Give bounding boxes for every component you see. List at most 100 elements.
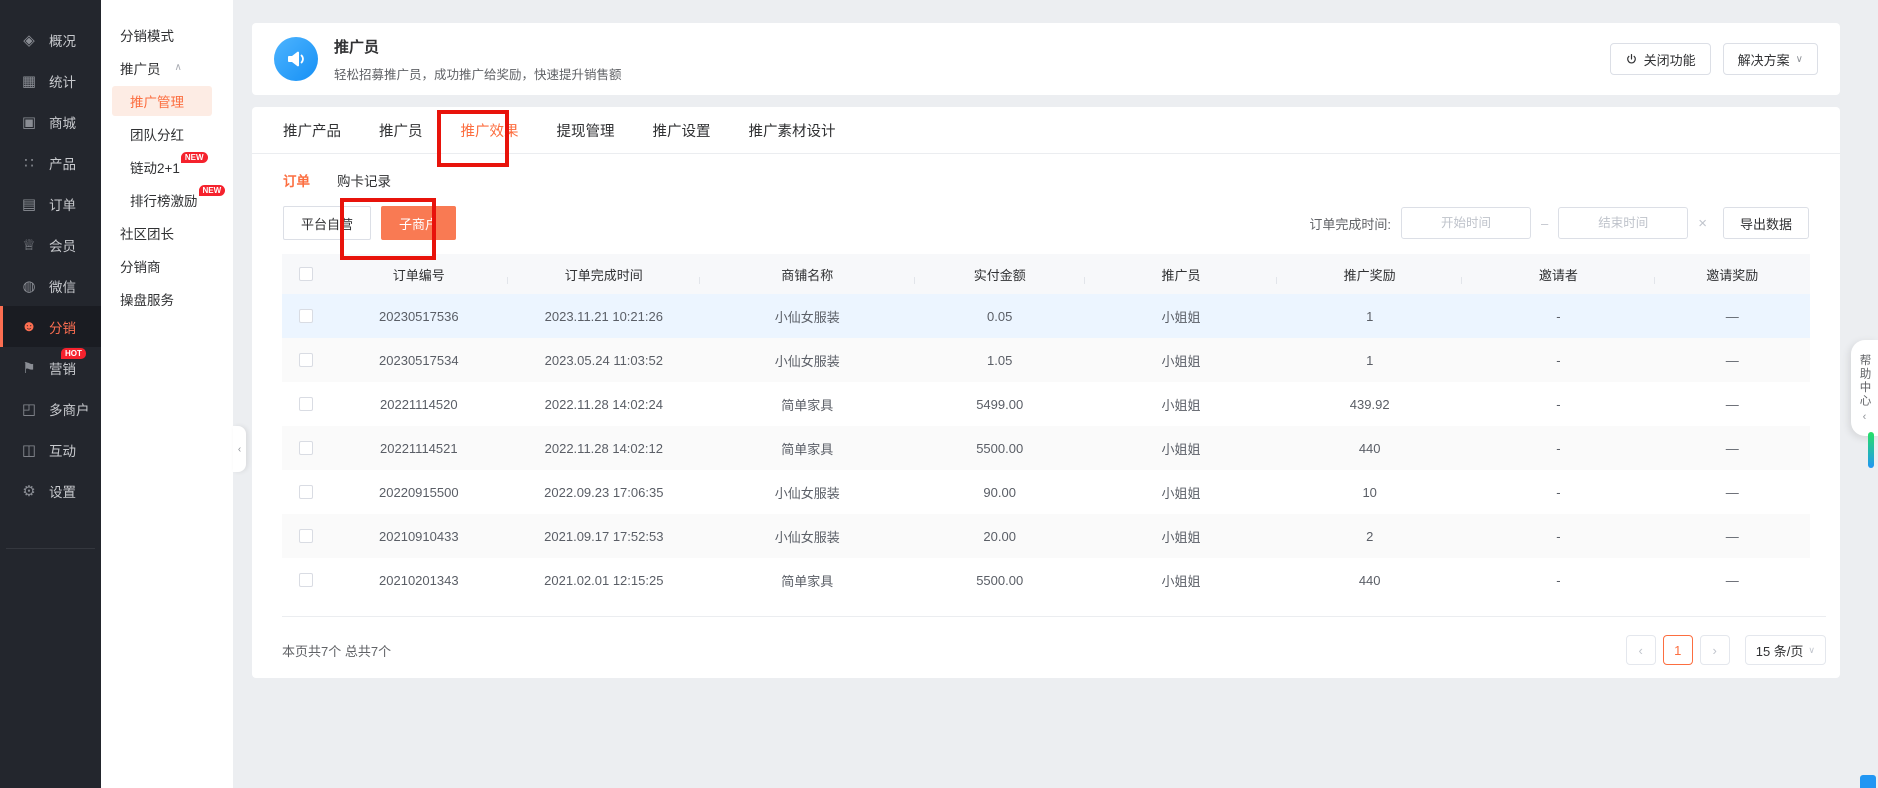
current-page-button[interactable]: 1 (1662, 635, 1693, 665)
submenu-item-distributor[interactable]: 分销商 (101, 249, 233, 282)
table-cell: 440 (1358, 440, 1381, 456)
solution-button[interactable]: 解决方案 ∨ (1722, 43, 1818, 75)
export-data-button[interactable]: 导出数据 (1722, 207, 1809, 239)
sidebar-item-products[interactable]: ∷ 产品 (0, 142, 101, 183)
row-checkbox[interactable] (299, 529, 313, 543)
submenu-item-promoter[interactable]: 推广员 ∧ (101, 51, 233, 84)
clear-date-icon[interactable]: × (1698, 215, 1707, 232)
table-cell: - (1556, 396, 1561, 412)
row-checkbox[interactable] (299, 397, 313, 411)
submenu-item-community-leader[interactable]: 社区团长 (101, 216, 233, 249)
table-row: 20210910433 2021.09.17 17:52:53 小仙女服装 20.00… (282, 514, 1810, 558)
floating-corner-widget[interactable] (1860, 775, 1876, 788)
table-cell: 小仙女服装 (774, 485, 840, 501)
row-checkbox[interactable] (299, 573, 313, 587)
feature-header-card: 推广员 轻松招募推广员，成功推广给奖励，快速提升销售额 关闭功能 解决方案 ∨ (252, 23, 1840, 95)
submenu-item-promotion-management[interactable]: 推广管理 (101, 84, 233, 117)
clipboard-icon: ▤ (21, 195, 37, 213)
sidebar-item-stats[interactable]: ▦ 统计 (0, 60, 101, 101)
sidebar-collapse-handle[interactable]: ‹ (233, 426, 246, 472)
submenu-item-chain-2plus1[interactable]: 链动2+1 NEW (101, 150, 233, 183)
tab-promo-products[interactable]: 推广产品 (283, 120, 341, 141)
sub-sidebar: 分销模式 推广员 ∧ 推广管理团队分红链动2+1 NEW 排行榜激励 NEW 社区团长 分销商操… (101, 0, 233, 788)
row-checkbox[interactable] (299, 441, 313, 455)
gear-icon: ⚙ (22, 482, 36, 500)
per-page-select[interactable]: 15 条/页 ∨ (1744, 635, 1826, 665)
column-header: 邀请者 (1462, 265, 1655, 284)
table-cell: 2 (1366, 528, 1374, 544)
row-checkbox-cell (282, 573, 330, 587)
sidebar-item-distribution[interactable]: ☻ 分销 (0, 306, 101, 347)
tab-promo-material[interactable]: 推广素材设计 (749, 120, 836, 141)
sidebar-item-interaction[interactable]: ◫ 互动 (0, 429, 101, 470)
submenu-item-team-dividend[interactable]: 团队分红 (101, 117, 233, 150)
table-cell: 小姐姐 (1161, 485, 1201, 501)
solution-label: 解决方案 (1737, 52, 1790, 68)
sidebar-item-members[interactable]: ♕ 会员 (0, 224, 101, 265)
sidebar-item-orders[interactable]: ▤ 订单 (0, 183, 101, 224)
table-row: 20230517536 2023.11.21 10:21:26 小仙女服装 0.05 小… (282, 294, 1810, 338)
people-icon: ☻ (21, 318, 37, 335)
sidebar-item-label: 微信 (49, 279, 76, 295)
row-checkbox[interactable] (299, 309, 313, 323)
close-feature-button[interactable]: 关闭功能 (1609, 43, 1711, 75)
sidebar-item-mall[interactable]: ▣ 商城 (0, 101, 101, 142)
table-cell: 2023.05.24 11:03:52 (544, 352, 663, 368)
date-filter: 订单完成时间: – × 导出数据 (1309, 207, 1809, 239)
sidebar-item-label: 设置 (49, 484, 76, 500)
table-cell: 20230517536 (379, 308, 459, 324)
table-cell: 20230517534 (379, 352, 459, 368)
power-icon (1626, 53, 1636, 63)
start-date-input[interactable] (1400, 207, 1531, 239)
chat-bubble-icon: ◍ (22, 277, 36, 295)
row-checkbox[interactable] (299, 485, 313, 499)
sidebar-item-label: 产品 (49, 156, 76, 172)
table-cell: - (1556, 352, 1561, 368)
submenu-item-label: 推广管理 (112, 85, 212, 116)
column-header: 实付金额 (915, 265, 1085, 284)
app-window: ◈ 概况 ▦ 统计 ▣ 商城 ∷ 产品 ▤ 订单 ♕ 会员 ◍ 微信 ☻ 分销 ⚑ 营销 HOT ◰ 多商户 ◫ 互动 ⚙ 设置… (0, 0, 1878, 788)
table-cell: 小仙女服装 (774, 529, 840, 545)
sidebar-item-settings[interactable]: ⚙ 设置 (0, 470, 101, 511)
table-cell: - (1556, 528, 1561, 544)
tab-withdrawal[interactable]: 提现管理 (557, 120, 615, 141)
feature-titles: 推广员 轻松招募推广员，成功推广给奖励，快速提升销售额 (334, 36, 1610, 83)
close-feature-label: 关闭功能 (1643, 52, 1696, 68)
sidebar-item-wechat[interactable]: ◍ 微信 (0, 265, 101, 306)
table-cell: 2022.11.28 14:02:24 (544, 396, 663, 412)
tab-promo-settings[interactable]: 推广设置 (653, 120, 711, 141)
annotation-box-promo-effect-tab (437, 110, 509, 167)
help-center-tab[interactable]: 帮助中心 ‹ (1851, 340, 1878, 436)
table-cell: 2021.09.17 17:52:53 (544, 528, 664, 544)
next-page-button[interactable]: › (1699, 635, 1730, 665)
scroll-indicator-bar[interactable] (1868, 432, 1874, 468)
submenu-item-label: 排行榜激励 (130, 193, 198, 209)
row-checkbox-cell (282, 529, 330, 543)
sidebar-divider (6, 548, 95, 549)
subtab-card-purchase[interactable]: 购卡记录 (337, 170, 391, 190)
submenu-item-distribution-mode[interactable]: 分销模式 (101, 18, 233, 51)
table-cell: - (1556, 308, 1561, 324)
submenu-item-label: 团队分红 (130, 127, 184, 143)
submenu-item-label: 操盘服务 (120, 292, 174, 308)
table-row: 20230517534 2023.05.24 11:03:52 小仙女服装 1.05 小… (282, 338, 1810, 382)
hot-badge: HOT (61, 348, 86, 359)
sidebar-item-marketing[interactable]: ⚑ 营销 HOT (0, 347, 101, 388)
end-date-input[interactable] (1558, 207, 1689, 239)
tab-promoters[interactable]: 推广员 (379, 120, 423, 141)
table-cell: 2021.02.01 12:15:25 (544, 572, 664, 588)
sidebar-item-multi-merchant[interactable]: ◰ 多商户 (0, 388, 101, 429)
sidebar-item-label: 订单 (49, 197, 76, 213)
users-icon: ◫ (21, 441, 37, 459)
select-all-checkbox[interactable] (299, 267, 313, 281)
row-checkbox[interactable] (299, 353, 313, 367)
submenu-item-ranking-incentive[interactable]: 排行榜激励 NEW (101, 183, 233, 216)
submenu-item-operation-service[interactable]: 操盘服务 (101, 282, 233, 315)
table-cell: 20220915500 (379, 484, 459, 500)
table-cell: 1.05 (987, 352, 1013, 368)
sidebar-item-overview[interactable]: ◈ 概况 (0, 19, 101, 60)
table-cell: - (1556, 440, 1561, 456)
subtab-orders[interactable]: 订单 (283, 170, 310, 190)
column-header: 订单完成时间 (508, 265, 700, 284)
prev-page-button[interactable]: ‹ (1625, 635, 1656, 665)
